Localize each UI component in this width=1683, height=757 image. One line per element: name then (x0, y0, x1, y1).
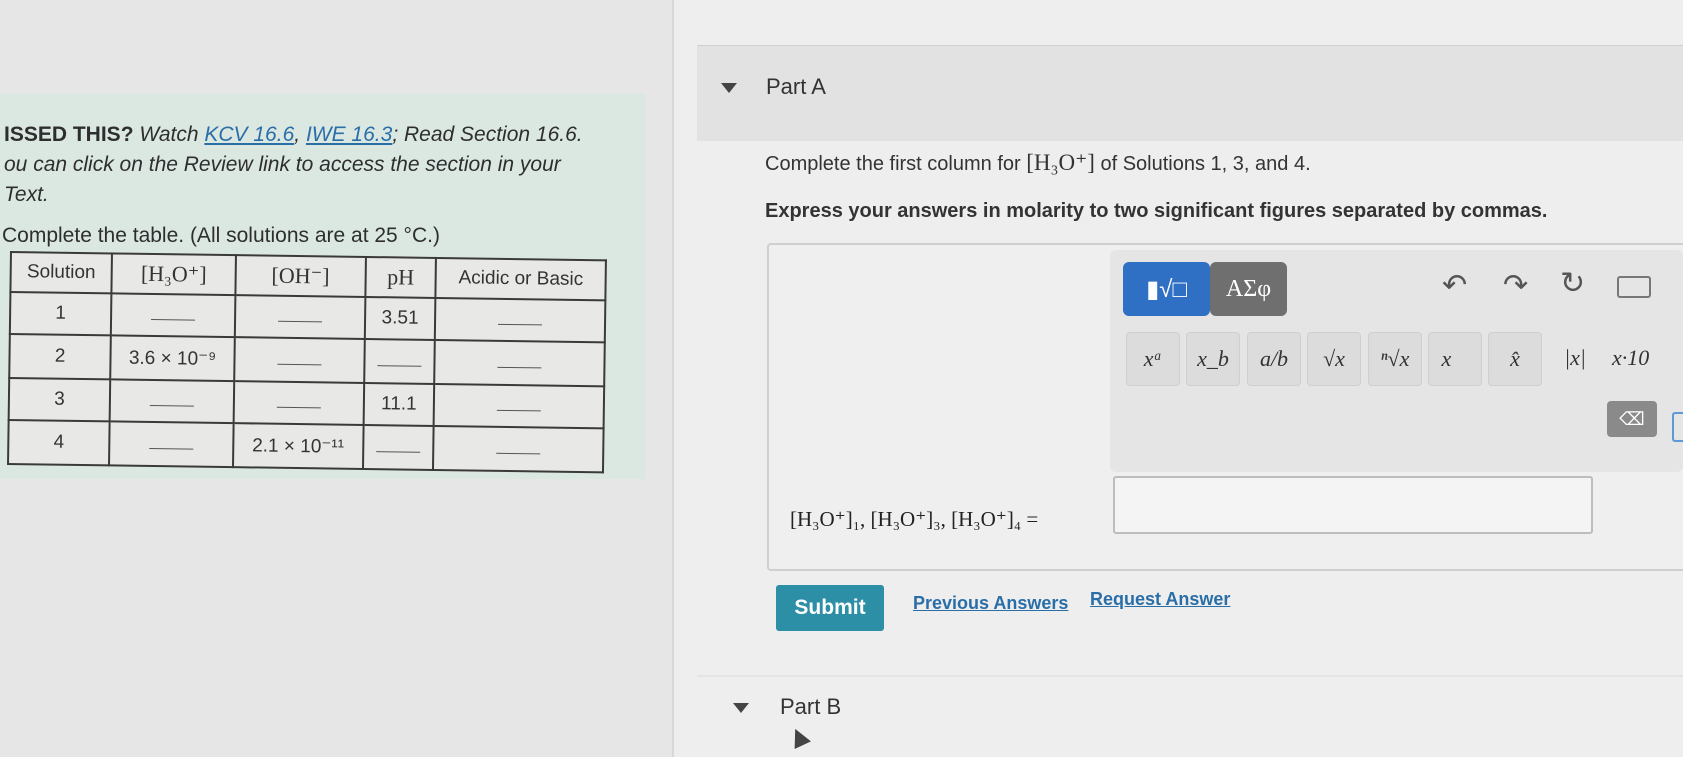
kcv-link[interactable]: KCV 16.6 (204, 123, 294, 146)
table-cell-blank (363, 339, 436, 384)
table-cell-blank (434, 340, 605, 387)
table-cell-blank (234, 295, 365, 340)
part-a-title: Part A (766, 74, 826, 99)
table-cell: 2 (9, 334, 111, 380)
table-cell-blank (233, 381, 364, 426)
nth-root-button[interactable]: ⁿ√x (1368, 332, 1422, 386)
subscript-button[interactable]: x_b (1186, 332, 1240, 386)
reset-icon[interactable]: ↻ (1560, 266, 1585, 301)
hint-heading: ISSED THIS? (4, 123, 134, 146)
request-answer-link[interactable]: Request Answer (1090, 589, 1230, 610)
hint-watch: Watch (139, 123, 199, 146)
symbols-button[interactable]: ΑΣφ (1210, 262, 1287, 316)
table-cell: 3.6 × 10⁻⁹ (110, 335, 235, 382)
table-cell: 2.1 × 10⁻¹¹ (233, 423, 364, 469)
redo-icon[interactable]: ↷ (1503, 268, 1528, 303)
table-cell-blank (109, 421, 234, 468)
part-a-header[interactable] (697, 45, 1683, 141)
sqrt-button[interactable]: √x (1307, 332, 1361, 386)
question-pre: Complete the first column for (765, 153, 1021, 175)
unit-vector-button[interactable]: x̂ (1488, 332, 1542, 386)
table-cell-blank (110, 293, 236, 338)
iwe-link[interactable]: IWE 16.3 (306, 123, 392, 146)
vector-button[interactable]: x⃗ (1428, 332, 1482, 386)
hint-read: ; Read Section 16.6. (392, 123, 583, 146)
superscript-button[interactable]: xᵃ (1126, 332, 1180, 386)
instruction-text: Express your answers in molarity to two … (765, 200, 1548, 222)
table-cell: 11.1 (363, 382, 435, 427)
table-cell-blank (234, 337, 365, 383)
col-header: [H₃O⁺] (111, 253, 237, 296)
absolute-value-button[interactable]: |x| (1549, 332, 1601, 384)
undo-icon[interactable]: ↶ (1442, 268, 1467, 303)
table-cell-blank (433, 426, 604, 473)
col-header: Acidic or Basic (435, 257, 606, 301)
table-cell-blank (109, 379, 235, 424)
equation-label: [H₃O⁺]₁, [H₃O⁺]₃, [H₃O⁺]₄ = (790, 507, 1039, 531)
question-post: of Solutions 1, 3, and 4. (1100, 153, 1311, 175)
hint-line2: ou can click on the Review link to acces… (4, 153, 561, 176)
scientific-notation-button[interactable]: x·10 (1612, 332, 1683, 384)
submit-button[interactable]: Submit (776, 585, 884, 631)
cut-off-button[interactable] (1672, 412, 1683, 442)
col-header: pH (364, 256, 437, 298)
table-intro: Complete the table. (All solutions are a… (2, 224, 440, 247)
templates-button[interactable]: ▮√□ (1123, 262, 1210, 316)
col-header: Solution (10, 252, 113, 294)
table-cell-blank (362, 425, 435, 470)
table-cell: 1 (9, 292, 112, 336)
hint-line3: Text. (4, 183, 49, 206)
keyboard-icon[interactable] (1617, 276, 1651, 298)
fraction-button[interactable]: a/b (1247, 332, 1301, 386)
answer-input[interactable] (1113, 476, 1593, 534)
question-text: Complete the first column for [H₃O⁺] of … (765, 150, 1311, 176)
backspace-icon[interactable]: ⌫ (1607, 401, 1657, 437)
hint-text: ISSED THIS? Watch KCV 16.6, IWE 16.3; Re… (4, 120, 624, 210)
expand-triangle-icon[interactable] (721, 83, 737, 93)
part-b-title[interactable]: Part B (780, 694, 841, 720)
table-row: 4 2.1 × 10⁻¹¹ (8, 420, 604, 473)
table-cell-blank (434, 383, 605, 429)
table-cell: 4 (8, 420, 110, 466)
col-header: [OH⁻] (235, 255, 366, 297)
solutions-table: Solution [H₃O⁺] [OH⁻] pH Acidic or Basic… (7, 251, 607, 474)
table-cell: 3 (8, 377, 111, 422)
question-math: [H₃O⁺] (1026, 150, 1095, 175)
table-cell: 3.51 (364, 296, 436, 341)
part-b-divider (697, 675, 1683, 677)
table-cell-blank (435, 297, 606, 343)
previous-answers-link[interactable]: Previous Answers (913, 593, 1068, 614)
expand-triangle-icon[interactable] (733, 703, 749, 713)
hint-sep: , (294, 123, 301, 146)
